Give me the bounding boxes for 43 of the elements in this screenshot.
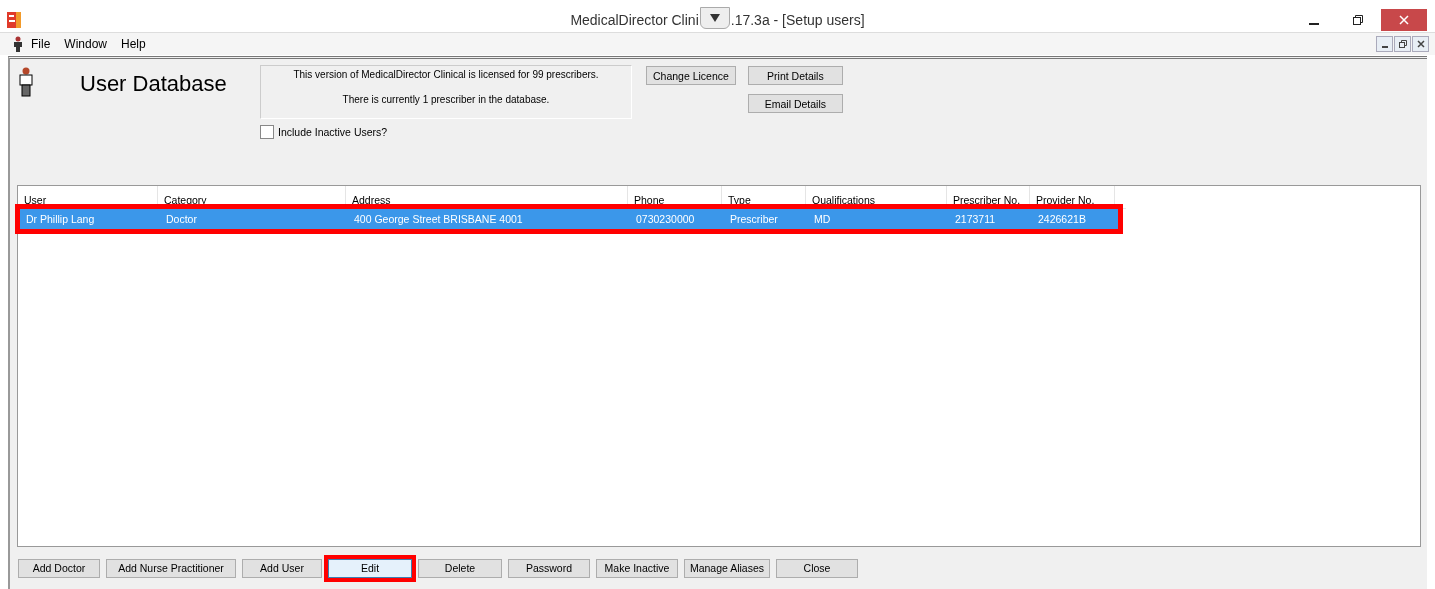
action-button[interactable]: Close [776,558,858,578]
print-details-button[interactable]: Print Details [747,66,843,85]
action-button[interactable]: Make Inactive [596,558,678,578]
action-button[interactable]: Delete [418,558,502,578]
menu-item[interactable]: File [24,37,58,51]
table-cell-text: 400 George Street BRISBANE 4001 [353,213,524,225]
restore-icon [1398,40,1407,48]
minimize-button[interactable] [1376,36,1393,52]
page-title: User Database [80,71,228,97]
menu-item[interactable]: Window [57,37,115,51]
table-cell-text: 2426621B [1037,213,1087,225]
email-details-button[interactable]: Email Details [747,94,843,113]
close-icon [1398,14,1410,26]
minimize-icon [1381,46,1388,48]
action-button[interactable]: Add Nurse Practitioner [106,558,236,578]
checkbox[interactable] [260,125,274,139]
action-button[interactable]: Password [508,558,590,578]
minimize-icon [1309,23,1319,25]
table-cell-text: Prescriber [729,213,779,225]
action-button[interactable]: Manage Aliases [684,558,770,578]
action-button[interactable]: Add Doctor [18,558,100,578]
table-cell-text: 2173711 [954,213,997,225]
table-cell-text: Dr Phillip Lang [25,213,96,225]
action-button[interactable]: Add User [242,558,322,578]
close-icon [1416,40,1425,48]
restore-button[interactable] [1394,36,1411,52]
menu-item[interactable]: Help [114,37,153,51]
table-cell-text: 0730230000 [635,213,696,225]
table-cell-text: Doctor [165,213,198,225]
doctor-icon [12,36,24,52]
doctor-icon [18,67,34,97]
licence-text: This version of MedicalDirector Clinical is licensed for 99 prescribers. [293,69,599,80]
close-button[interactable] [1412,36,1429,52]
title-dropdown-button[interactable] [699,7,730,29]
caret-icon [709,14,720,22]
table-cell-text: MD [813,213,832,225]
licence-text: There is currently 1 prescriber in the database. [342,94,550,105]
checkbox-label: Include Inactive Users? [278,126,388,138]
restore-icon [1352,14,1364,26]
app-logo-icon [7,12,21,28]
window-title: .17.3a - [Setup users] [730,12,865,28]
window-title: MedicalDirector Clini [570,12,699,28]
change-licence-button[interactable]: Change Licence [646,66,736,85]
